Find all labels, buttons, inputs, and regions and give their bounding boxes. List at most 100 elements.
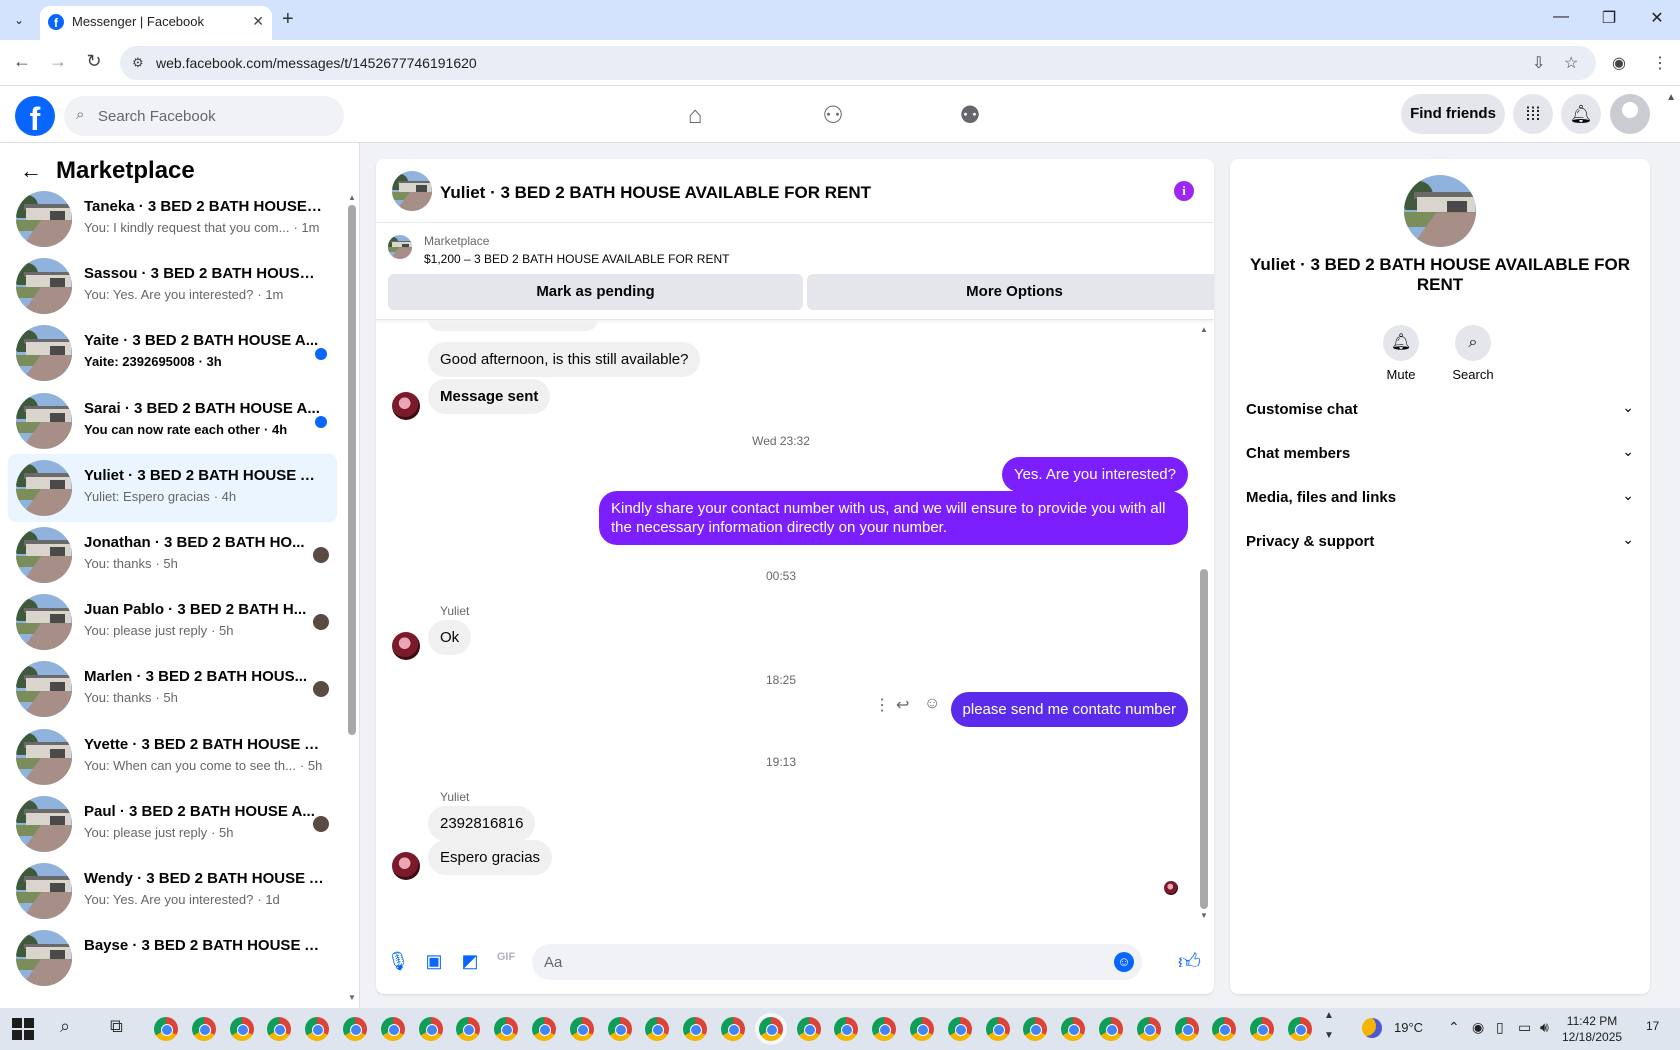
facebook-logo-icon[interactable]: f [15, 96, 55, 137]
more-options-button[interactable]: More Options [807, 274, 1214, 310]
taskbar-app-icon[interactable] [721, 1017, 745, 1041]
conversation-item[interactable]: Sassou · 3 BED 2 BATH HOUSE A... You: Yes… [8, 252, 337, 320]
chat-title[interactable]: Yuliet · 3 BED 2 BATH HOUSE AVAILABLE FO… [440, 183, 871, 203]
message-input-box[interactable]: ☺ [532, 944, 1142, 980]
taskbar-app-icon[interactable] [758, 1017, 783, 1041]
account-avatar[interactable] [1610, 94, 1650, 134]
conversation-item[interactable]: Yuliet · 3 BED 2 BATH HOUSE AV... Yuliet:… [8, 453, 337, 522]
temperature[interactable]: 19°C [1394, 1020, 1423, 1035]
taskbar-app-icon[interactable] [1212, 1017, 1237, 1041]
groups-icon[interactable]: ⚉ [950, 96, 990, 136]
reload-icon[interactable]: ↻ [82, 51, 106, 72]
sticker-icon[interactable]: ◩ [458, 951, 482, 972]
section-privacy-support[interactable]: Privacy & support ⌄ [1246, 523, 1634, 563]
menu-grid-icon[interactable]: ⁞⁞⁞ [1513, 94, 1553, 134]
taskbar-app-icon[interactable] [796, 1017, 821, 1041]
tray-overflow-icon[interactable]: ⌃ [1448, 1019, 1460, 1036]
minimize-icon[interactable]: — [1546, 8, 1576, 26]
taskbar-app-icon[interactable] [910, 1017, 934, 1041]
taskbar-app-icon[interactable] [1174, 1017, 1199, 1041]
sidebar-scrollbar[interactable]: ▲ ▼ [348, 193, 356, 1008]
info-avatar[interactable] [1404, 175, 1476, 247]
scroll-down-icon[interactable]: ▼ [348, 993, 356, 1002]
install-app-icon[interactable]: ⇩ [1532, 53, 1545, 73]
taskbar-scroll-down-icon[interactable]: ▼ [1324, 1030, 1334, 1041]
message-input[interactable] [544, 944, 1104, 980]
taskbar-app-icon[interactable] [1023, 1017, 1048, 1041]
facebook-search-input[interactable] [98, 96, 338, 136]
message-bubble[interactable]: Ok [428, 620, 472, 655]
taskbar-app-icon[interactable] [456, 1017, 481, 1041]
search-conversation-button[interactable]: ⌕ Search [1443, 325, 1503, 382]
tab-close-icon[interactable]: ✕ [252, 13, 264, 30]
taskbar-app-icon[interactable] [985, 1017, 1010, 1041]
windows-start-icon[interactable] [12, 1018, 34, 1040]
react-icon[interactable]: ☺ [924, 695, 940, 713]
section-chat-members[interactable]: Chat members ⌄ [1246, 435, 1634, 475]
microphone-icon[interactable]: 🎙︎ [386, 951, 410, 972]
more-actions-icon[interactable]: ⋮ [874, 695, 890, 715]
friends-icon[interactable]: ⚇ [813, 96, 853, 136]
conversation-item[interactable]: Bayse · 3 BED 2 BATH HOUSE AV... [8, 924, 337, 992]
taskbar-app-icon[interactable] [947, 1017, 972, 1041]
taskbar-app-icon[interactable] [607, 1017, 632, 1041]
taskbar-app-icon[interactable] [834, 1017, 859, 1041]
restore-icon[interactable]: ❐ [1594, 8, 1624, 28]
message-bubble-outgoing[interactable]: Yes. Are you interested? [1001, 457, 1188, 492]
task-view-icon[interactable]: ⧉ [110, 1016, 123, 1037]
tab-search-menu-icon[interactable]: ⌄ [8, 10, 30, 30]
taskbar-app-icon[interactable] [191, 1017, 216, 1041]
taskbar-app-icon[interactable] [532, 1017, 556, 1041]
listing-price[interactable]: $1,200 – 3 BED 2 BATH HOUSE AVAILABLE FO… [424, 252, 729, 266]
taskbar-app-icon[interactable] [343, 1017, 367, 1041]
taskbar-app-icon[interactable] [380, 1017, 405, 1041]
scroll-up-icon[interactable]: ▲ [1200, 325, 1208, 334]
forward-icon[interactable]: → [46, 51, 70, 72]
contact-avatar[interactable] [392, 632, 420, 660]
find-friends-button[interactable]: Find friends [1401, 94, 1505, 134]
browser-tab[interactable]: f Messenger | Facebook ✕ [40, 6, 272, 40]
taskbar-app-icon[interactable] [305, 1017, 330, 1041]
taskbar-app-icon[interactable] [872, 1017, 897, 1041]
conversation-item[interactable]: Yaite · 3 BED 2 BATH HOUSE A... Yaite: 23… [8, 319, 337, 387]
taskbar-app-icon[interactable] [1250, 1017, 1275, 1041]
back-arrow-icon[interactable]: ← [20, 158, 42, 184]
page-scroll-up-icon[interactable]: ▲ [1666, 92, 1676, 103]
taskbar-app-icon[interactable] [645, 1017, 670, 1041]
section-customise-chat[interactable]: Customise chat ⌄ [1246, 391, 1634, 431]
mute-button[interactable]: 🔔︎ Mute [1371, 325, 1431, 382]
home-icon[interactable]: ⌂ [675, 96, 715, 136]
window-close-icon[interactable]: ✕ [1642, 8, 1672, 28]
conversation-item[interactable]: Marlen · 3 BED 2 BATH HOUS... You: thanks… [8, 655, 337, 723]
weather-icon[interactable] [1362, 1018, 1382, 1038]
message-bubble[interactable]: Message sent [428, 379, 551, 414]
contact-avatar[interactable] [392, 852, 420, 880]
browser-menu-icon[interactable]: ⋮ [1652, 53, 1668, 73]
network-icon[interactable]: ▭ [1518, 1019, 1531, 1036]
section-media-files-links[interactable]: Media, files and links ⌄ [1246, 479, 1634, 519]
chat-avatar[interactable] [392, 171, 432, 211]
like-thumb-icon[interactable]: 👍︎ [1178, 948, 1201, 975]
info-icon[interactable]: i [1174, 181, 1194, 201]
message-bubble[interactable]: Good afternoon, is this still available? [428, 342, 701, 377]
notifications-icon[interactable]: 🔔︎ [1561, 94, 1601, 134]
taskbar-app-icon[interactable] [267, 1017, 292, 1041]
photo-icon[interactable]: ▣ [422, 951, 446, 972]
taskbar-app-icon[interactable] [1099, 1017, 1123, 1041]
taskbar-app-icon[interactable] [229, 1017, 254, 1041]
reply-icon[interactable]: ↩ [896, 695, 909, 715]
conversation-item[interactable]: Jonathan · 3 BED 2 BATH HO... You: thanks… [8, 521, 337, 589]
scroll-up-icon[interactable]: ▲ [348, 193, 356, 202]
conversation-item[interactable]: Wendy · 3 BED 2 BATH HOUSE A... You: Yes.… [8, 857, 337, 925]
conversation-item[interactable]: Paul · 3 BED 2 BATH HOUSE A... You: pleas… [8, 790, 337, 858]
taskbar-app-icon[interactable] [494, 1017, 519, 1041]
url-text[interactable]: web.facebook.com/messages/t/145267774619… [156, 55, 477, 71]
back-icon[interactable]: ← [10, 51, 34, 72]
emoji-icon[interactable]: ☺ [1114, 952, 1134, 972]
device-icon[interactable]: ▯ [1496, 1019, 1504, 1036]
bookmark-star-icon[interactable]: ☆ [1564, 53, 1578, 73]
taskbar-app-icon[interactable] [154, 1017, 178, 1041]
message-bubble[interactable]: Espero gracias [428, 840, 553, 875]
notification-count[interactable]: 17 [1646, 1019, 1659, 1033]
conversation-item[interactable]: Sarai · 3 BED 2 BATH HOUSE A... You can n… [8, 387, 337, 455]
